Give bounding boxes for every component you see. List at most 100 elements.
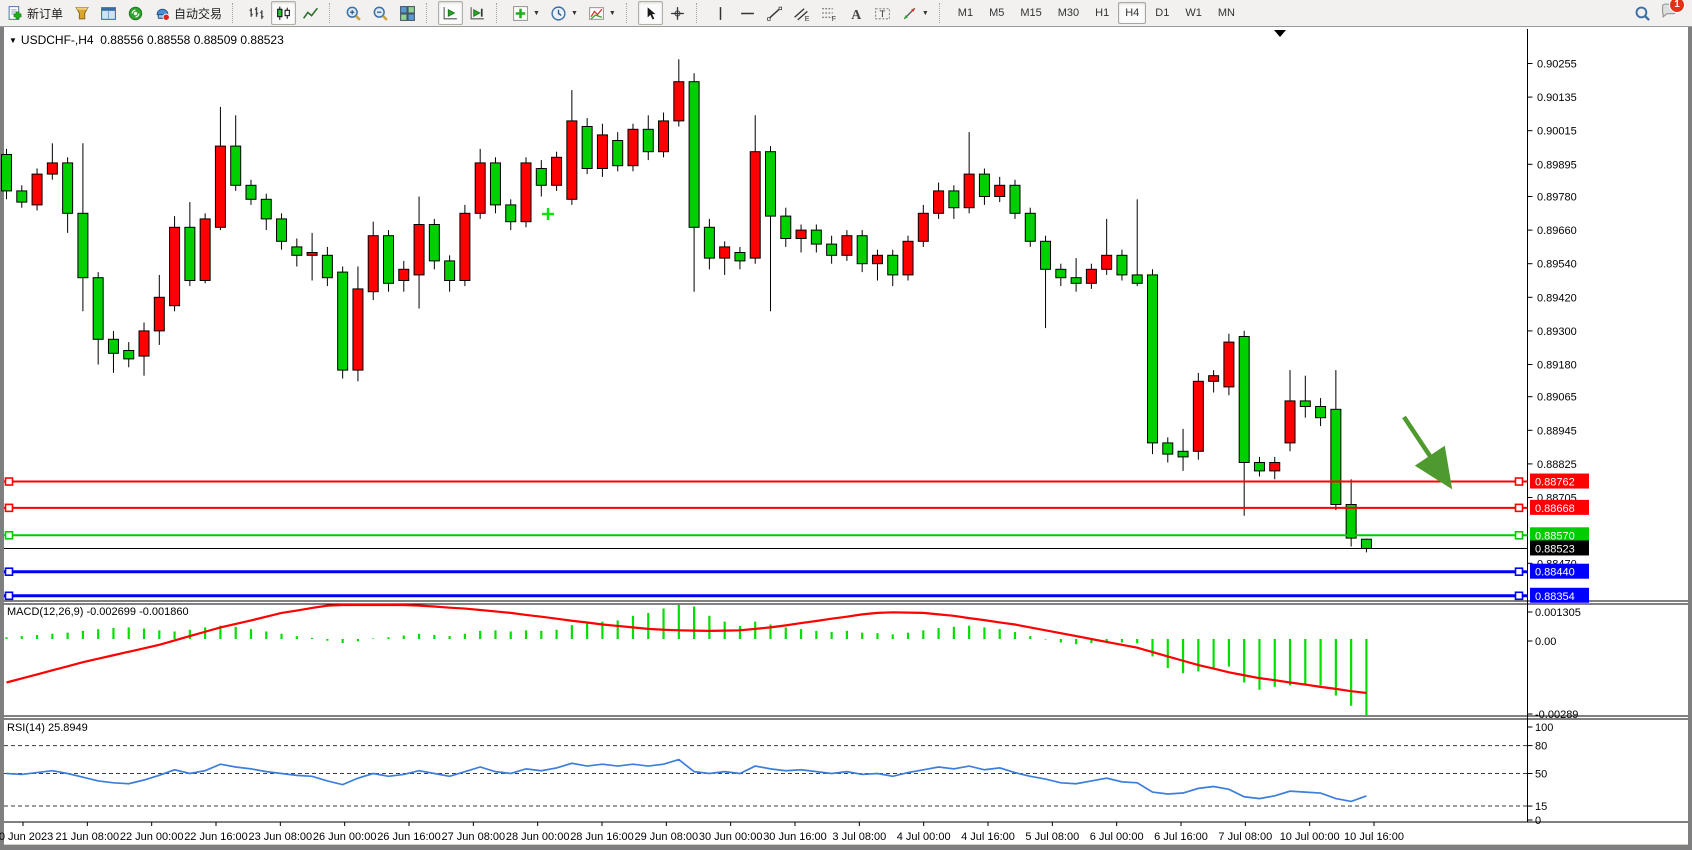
chart-window[interactable]: 0.902550.901350.900150.898950.897800.896… [0,27,1692,850]
svg-text:0.88825: 0.88825 [1537,459,1577,471]
candle [384,236,394,284]
svg-text:E: E [805,15,810,21]
trendline-button[interactable] [762,1,787,25]
candle [261,199,271,219]
candle [689,82,699,228]
svg-text:A: A [851,6,861,21]
candle [750,152,760,258]
timeframe-button-W1[interactable]: W1 [1178,2,1209,24]
tile-windows-button[interactable] [395,1,420,25]
fibo-icon: F [820,5,837,22]
window-icon [100,5,117,22]
line-handle[interactable] [1516,504,1523,511]
svg-text:0.88945: 0.88945 [1537,425,1577,437]
line-chart-button[interactable] [298,1,323,25]
candle [1285,401,1295,443]
line-handle[interactable] [1516,568,1523,575]
zoomout-icon [372,5,389,22]
horizontal-line-button[interactable] [735,1,760,25]
line-handle[interactable] [6,478,13,485]
timeframe-button-MN[interactable]: MN [1211,2,1242,24]
crosshair-button[interactable] [665,1,690,25]
candle [781,216,791,238]
candles-icon [275,5,292,22]
svg-text:26 Jun 16:00: 26 Jun 16:00 [377,831,441,843]
crosshair-icon [669,5,686,22]
line-handle[interactable] [1516,532,1523,539]
line-handle[interactable] [6,592,13,599]
timeframe-button-H1[interactable]: H1 [1088,2,1116,24]
auto-trading-button[interactable]: 自动交易 [150,1,226,25]
notifications-button[interactable]: 1 [1661,2,1678,24]
candle [918,213,928,241]
vertical-line-button[interactable] [708,1,733,25]
candle [1346,505,1356,539]
candle [735,253,745,261]
timeframe-button-M1[interactable]: M1 [951,2,980,24]
application-window: 新订单自动交易▼▼▼EFAT▼M1M5M15M30H1H4D1W1MN1 0.9… [0,0,1692,850]
candle [842,236,852,256]
svg-text:30 Jun 16:00: 30 Jun 16:00 [763,831,827,843]
candle [47,163,57,174]
periods-button[interactable]: ▼ [546,1,582,25]
line-handle[interactable] [6,532,13,539]
line-handle[interactable] [1516,478,1523,485]
timeframe-button-H4[interactable]: H4 [1118,2,1146,24]
timeframe-button-M15[interactable]: M15 [1013,2,1048,24]
toolbar-right-group: 1 [1634,2,1692,24]
line-handle[interactable] [6,504,13,511]
fibonacci-button[interactable]: F [816,1,841,25]
zoom-out-button[interactable] [368,1,393,25]
candle [1056,269,1066,277]
new-order-button[interactable]: 新订单 [3,1,67,25]
candle [200,219,210,281]
toolbar-separator [232,3,239,23]
timeframe-button-M5[interactable]: M5 [982,2,1011,24]
svg-text:-0.00289: -0.00289 [1535,709,1578,721]
bar-chart-button[interactable] [244,1,269,25]
zoomin-icon [345,5,362,22]
equidistant-channel-button[interactable]: E [789,1,814,25]
svg-text:10 Jul 00:00: 10 Jul 00:00 [1280,831,1340,843]
chart-shift-button[interactable] [465,1,490,25]
candle [597,135,607,169]
price-chart[interactable]: 0.902550.901350.900150.898950.897800.896… [0,27,1692,850]
symbol-dropdown-icon[interactable]: ▼ [9,36,17,45]
candle [613,141,623,166]
candle [231,146,241,185]
cursor-button[interactable] [638,1,663,25]
signals-button[interactable] [123,1,148,25]
toolbar-separator [329,3,336,23]
candle [277,219,287,241]
timeframe-button-D1[interactable]: D1 [1148,2,1176,24]
text-icon: A [847,5,864,22]
candle [414,225,424,275]
candle [720,247,730,258]
auto-scroll-button[interactable] [438,1,463,25]
zoom-in-button[interactable] [341,1,366,25]
svg-text:F: F [832,15,836,21]
indicators-button[interactable]: ▼ [508,1,544,25]
timeframe-button-M30[interactable]: M30 [1051,2,1086,24]
text-button[interactable]: A [843,1,868,25]
svg-text:29 Jun 08:00: 29 Jun 08:00 [635,831,699,843]
signal-icon [127,5,144,22]
label-button[interactable]: T [870,1,895,25]
line-handle[interactable] [6,568,13,575]
svg-text:5 Jul 08:00: 5 Jul 08:00 [1025,831,1079,843]
candlestick-chart-button[interactable] [271,1,296,25]
svg-text:3 Jul 08:00: 3 Jul 08:00 [832,831,886,843]
line-handle[interactable] [1516,592,1523,599]
tiles-icon [399,5,416,22]
profile-button[interactable] [69,1,94,25]
templates-button[interactable]: ▼ [584,1,620,25]
market-watch-button[interactable] [96,1,121,25]
arrows-button[interactable]: ▼ [897,1,933,25]
candle [567,121,577,199]
dropdown-caret-icon: ▼ [533,10,540,17]
search-icon[interactable] [1634,5,1651,22]
svg-text:21 Jun 08:00: 21 Jun 08:00 [56,831,120,843]
candle [1010,185,1020,213]
svg-text:0.90015: 0.90015 [1537,126,1577,138]
candle [1316,407,1326,418]
